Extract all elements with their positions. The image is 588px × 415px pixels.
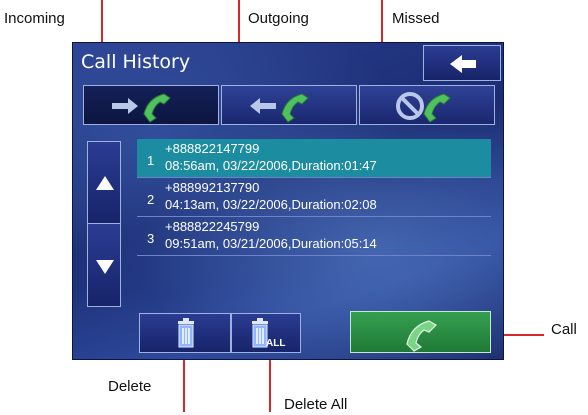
callout-line-delete [183,352,185,412]
record-detail: 08:56am, 03/22/2006,Duration:01:47 [165,158,377,173]
call-record-row[interactable]: 3 +888822245799 09:51am, 03/21/2006,Dura… [137,217,491,256]
callout-delete: Delete [108,378,152,395]
callout-incoming: Incoming [4,10,65,27]
call-history-screen: Call History 1 +888822147799 08:56am, 03… [72,42,504,360]
arrow-up-icon [96,176,114,190]
tab-incoming[interactable] [83,85,219,125]
record-number: +888822245799 [165,219,260,234]
tab-outgoing[interactable] [221,85,357,125]
delete-all-tag: ALL [266,338,285,349]
record-number: +888992137790 [165,180,260,195]
record-number: +888822147799 [165,141,260,156]
record-detail: 09:51am, 03/21/2006,Duration:05:14 [165,236,377,251]
arrow-down-icon [96,260,114,274]
missed-call-icon [396,92,451,123]
callout-line-delete-all [269,352,271,412]
callout-call: Call [551,321,577,338]
back-arrow-icon [450,55,476,73]
record-index: 1 [147,153,155,168]
callout-outgoing: Outgoing [248,10,309,27]
trash-all-icon: ALL [252,318,285,349]
outgoing-call-icon [250,93,309,123]
call-record-list: 1 +888822147799 08:56am, 03/22/2006,Dura… [137,139,491,256]
trash-icon [178,318,194,348]
tab-missed[interactable] [359,85,495,125]
back-button[interactable] [423,45,501,81]
delete-all-button[interactable]: ALL [231,313,301,353]
scroll-up-button[interactable] [87,141,121,225]
call-record-row[interactable]: 1 +888822147799 08:56am, 03/22/2006,Dura… [137,139,491,178]
record-index: 3 [147,231,155,246]
delete-button[interactable] [139,313,231,353]
phone-icon [406,320,437,352]
call-record-row[interactable]: 2 +888992137790 04:13am, 03/22/2006,Dura… [137,178,491,217]
record-detail: 04:13am, 03/22/2006,Duration:02:08 [165,197,377,212]
scroll-down-button[interactable] [87,223,121,307]
callout-missed: Missed [392,10,440,27]
callout-delete-all: Delete All [284,396,348,413]
incoming-call-icon [112,93,171,123]
record-index: 2 [147,192,155,207]
page-title: Call History [81,51,191,73]
call-button[interactable] [350,311,491,353]
